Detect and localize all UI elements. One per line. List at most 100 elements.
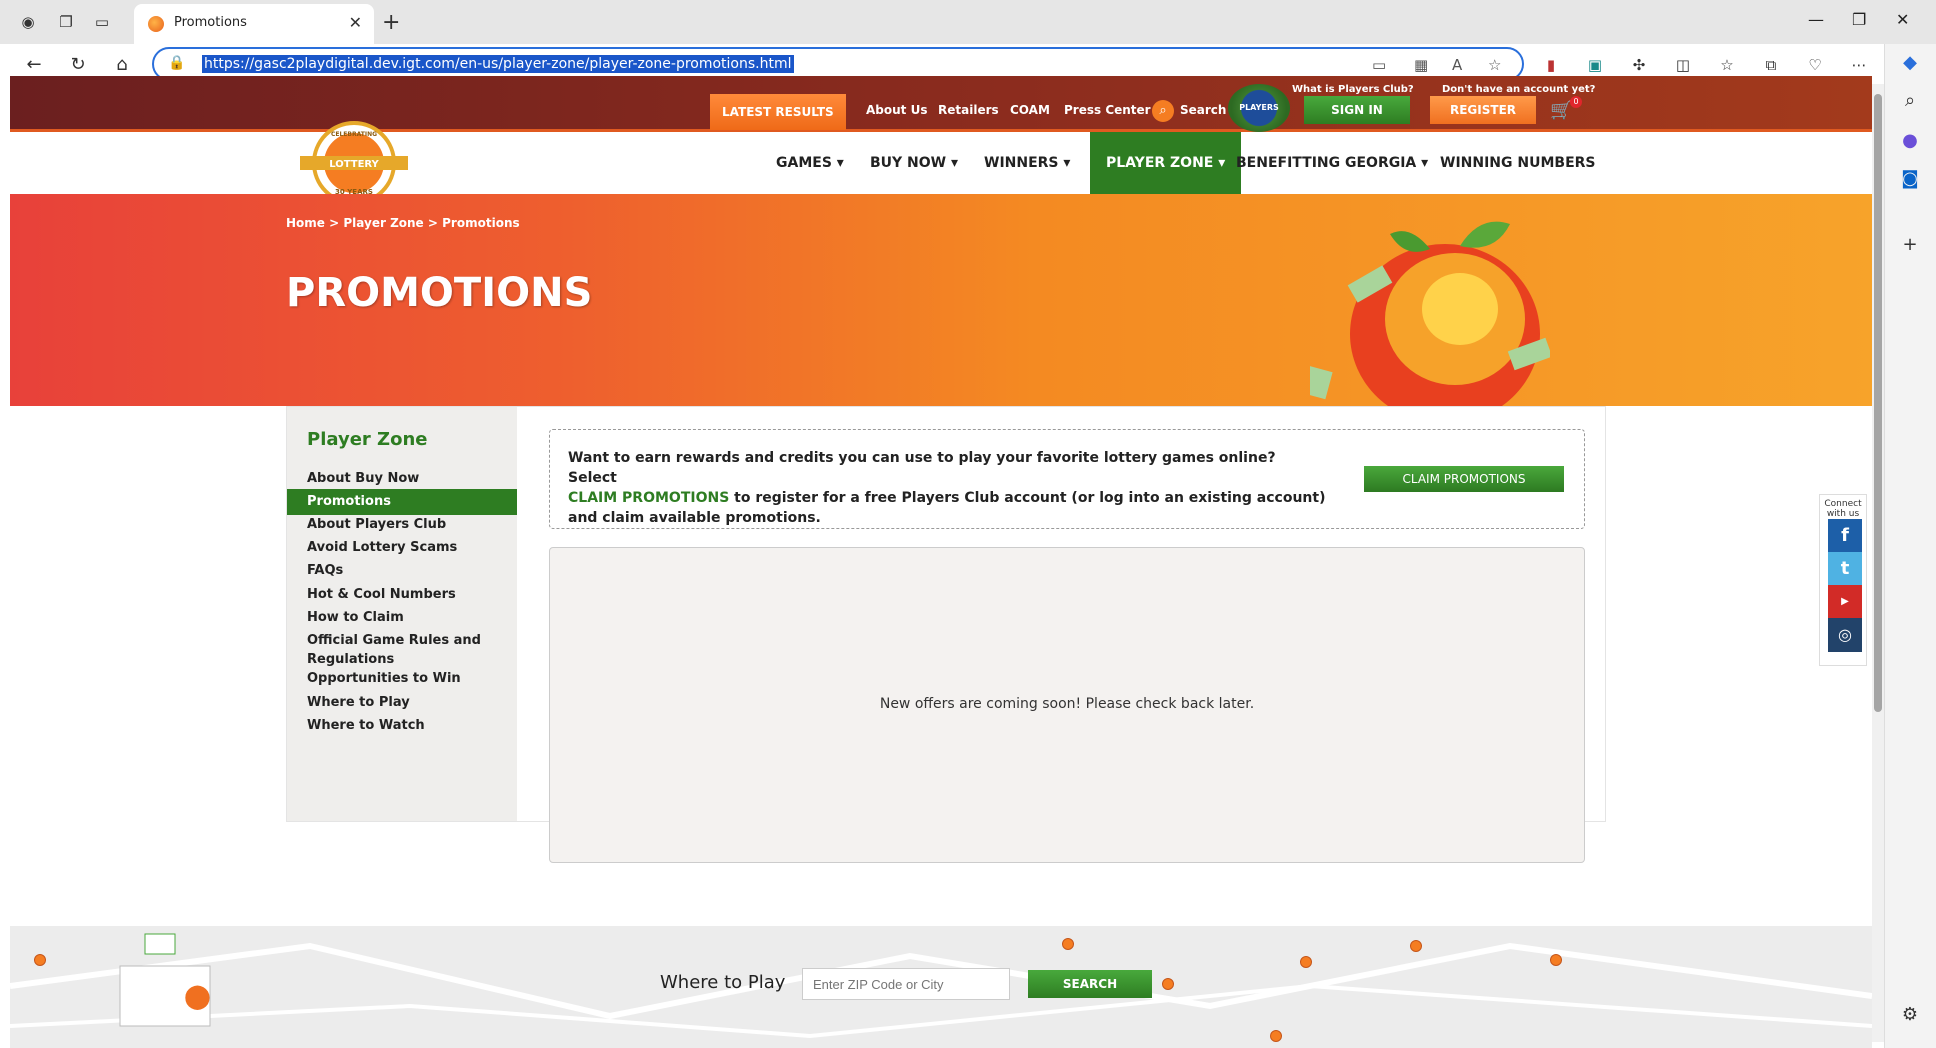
promo-text-before: Want to earn rewards and credits you can… <box>568 450 1276 486</box>
sidebar-item-how-to-claim[interactable]: How to Claim <box>307 608 507 627</box>
offers-panel: New offers are coming soon! Please check… <box>549 547 1585 863</box>
edge-sidebar: ◆ ⌕ ● ◙ + ⚙ <box>1884 44 1936 1048</box>
outlook-icon[interactable]: ◙ <box>1897 168 1923 194</box>
zip-code-input[interactable] <box>802 968 1010 1000</box>
browser-essentials-icon[interactable]: ♡ <box>1806 56 1824 74</box>
more-menu-icon[interactable]: ⋯ <box>1850 56 1868 74</box>
page-scrollbar[interactable] <box>1872 84 1884 1042</box>
close-window-icon[interactable]: ✕ <box>1896 10 1909 29</box>
sidebar-item-hot-cool-numbers[interactable]: Hot & Cool Numbers <box>307 585 507 604</box>
tab-promotions[interactable]: Promotions ✕ <box>134 4 374 44</box>
breadcrumb-player-zone[interactable]: Player Zone <box>343 216 423 230</box>
extension-teal-icon[interactable]: ▣ <box>1586 56 1604 74</box>
sidebar-app-icon[interactable]: ● <box>1897 130 1923 156</box>
search-sidebar-icon[interactable]: ⌕ <box>1897 90 1923 116</box>
latest-results-button[interactable]: LATEST RESULTS ⌄ <box>710 94 846 155</box>
nav-winning-numbers[interactable]: WINNING NUMBERS <box>1440 132 1596 194</box>
promo-description: Want to earn rewards and credits you can… <box>568 448 1328 528</box>
sidebar-item-where-to-play[interactable]: Where to Play <box>307 693 507 712</box>
browser-window: ◉ ❐ ▭ Promotions ✕ + — ❐ ✕ ← ↻ ⌂ 🔒 https… <box>0 0 1936 1048</box>
sidebar-item-where-to-watch[interactable]: Where to Watch <box>307 716 507 735</box>
back-icon[interactable]: ← <box>22 52 46 76</box>
nav-games[interactable]: GAMES ▾ <box>776 132 844 194</box>
split-screen-icon[interactable]: ◫ <box>1674 56 1692 74</box>
sidebar-item-faqs[interactable]: FAQs <box>307 561 507 580</box>
sidebar-item-promotions[interactable]: Promotions <box>287 489 517 515</box>
tab-title: Promotions <box>174 15 247 30</box>
add-sidebar-icon[interactable]: + <box>1897 234 1923 260</box>
settings-gear-icon[interactable]: ⚙ <box>1897 1004 1923 1030</box>
collections-icon[interactable]: ⧉ <box>1762 56 1780 74</box>
qr-icon[interactable]: ▦ <box>1414 56 1428 74</box>
social-links-panel: Connect with us f t ▶ ◎ <box>1819 494 1867 666</box>
hero-banner: Home > Player Zone > Promotions PROMOTIO… <box>10 194 1872 414</box>
lock-icon[interactable]: 🔒 <box>168 55 185 71</box>
refresh-icon[interactable]: ↻ <box>66 52 90 76</box>
players-club-badge[interactable]: PLAYERS CLUB <box>1228 84 1290 160</box>
extensions-icon[interactable]: ✣ <box>1630 56 1648 74</box>
breadcrumb: Home > Player Zone > Promotions <box>286 216 520 230</box>
register-button[interactable]: REGISTER <box>1430 96 1536 124</box>
nav-winners[interactable]: WINNERS ▾ <box>984 132 1070 194</box>
where-to-play-label: Where to Play <box>660 972 786 993</box>
where-to-play-search-button[interactable]: SEARCH <box>1028 970 1152 998</box>
minimize-icon[interactable]: — <box>1808 10 1824 29</box>
claim-promotions-box: Want to earn rewards and credits you can… <box>549 429 1585 529</box>
copilot-icon[interactable]: ◆ <box>1897 52 1923 78</box>
extension-red-icon[interactable]: ▮ <box>1542 56 1560 74</box>
facebook-icon[interactable]: f <box>1828 519 1862 553</box>
cart-icon[interactable]: 🛒 <box>1550 100 1572 121</box>
breadcrumb-separator: > <box>329 216 340 230</box>
home-icon[interactable]: ⌂ <box>110 52 134 76</box>
app-available-icon[interactable]: ▭ <box>1372 56 1386 74</box>
youtube-icon[interactable]: ▶ <box>1828 585 1862 619</box>
site-top-bar: LATEST RESULTS ⌄ About Us Retailers COAM… <box>10 76 1872 160</box>
cart-count-badge: 0 <box>1570 96 1582 108</box>
sidebar-item-official-game-rules[interactable]: Official Game Rules and Regulations <box>307 631 507 669</box>
main-navigation: LOTTERY CELEBRATING 30 YEARS GAMES ▾ BUY… <box>10 121 1872 205</box>
map-peach-pin <box>34 954 46 966</box>
profile-icon[interactable]: ◉ <box>18 12 38 32</box>
what-is-players-club-link[interactable]: What is Players Club? <box>1292 84 1414 95</box>
content-area: Player Zone About Buy Now Promotions Abo… <box>286 406 1606 863</box>
favorites-icon[interactable]: ☆ <box>1718 56 1736 74</box>
close-tab-icon[interactable]: ✕ <box>349 13 362 32</box>
sidebar-item-opportunities-to-win[interactable]: Opportunities to Win <box>307 669 507 688</box>
breadcrumb-home[interactable]: Home <box>286 216 325 230</box>
retailers-link[interactable]: Retailers <box>938 103 999 117</box>
nav-buy-now[interactable]: BUY NOW ▾ <box>870 132 958 194</box>
workspaces-icon[interactable]: ❐ <box>56 12 76 32</box>
favorite-star-icon[interactable]: ☆ <box>1488 56 1501 74</box>
location-marker-icon: ⬤ <box>184 982 211 1010</box>
instagram-icon[interactable]: ◎ <box>1828 618 1862 652</box>
restore-icon[interactable]: ❐ <box>1852 10 1866 29</box>
caret-down-icon: ▾ <box>951 155 959 171</box>
nav-games-label: GAMES <box>776 155 832 171</box>
coam-link[interactable]: COAM <box>1010 103 1050 117</box>
url-text[interactable]: https://gasc2playdigital.dev.igt.com/en-… <box>202 55 794 73</box>
sidebar-heading: Player Zone <box>307 429 428 450</box>
nav-benefitting-georgia[interactable]: BENEFITTING GEORGIA ▾ <box>1236 132 1428 194</box>
caret-down-icon: ▾ <box>1063 155 1071 171</box>
latest-results-label: LATEST RESULTS <box>722 105 834 119</box>
caret-down-icon: ▾ <box>1421 155 1429 171</box>
tab-actions-icon[interactable]: ▭ <box>92 12 112 32</box>
new-tab-icon[interactable]: + <box>382 10 400 35</box>
sign-in-button[interactable]: SIGN IN <box>1304 96 1410 124</box>
press-center-link[interactable]: Press Center <box>1064 103 1151 117</box>
claim-promotions-link[interactable]: CLAIM PROMOTIONS <box>568 490 729 506</box>
player-zone-sidebar: Player Zone About Buy Now Promotions Abo… <box>287 407 517 821</box>
sidebar-item-about-players-club[interactable]: About Players Club <box>307 515 507 534</box>
offers-message: New offers are coming soon! Please check… <box>879 696 1255 712</box>
search-link[interactable]: Search <box>1180 103 1226 117</box>
twitter-icon[interactable]: t <box>1828 552 1862 586</box>
sidebar-item-avoid-lottery-scams[interactable]: Avoid Lottery Scams <box>307 538 507 557</box>
scrollbar-thumb[interactable] <box>1874 94 1882 712</box>
about-us-link[interactable]: About Us <box>866 103 927 117</box>
read-aloud-icon[interactable]: A <box>1452 56 1462 74</box>
claim-promotions-button[interactable]: CLAIM PROMOTIONS <box>1364 466 1564 492</box>
nav-player-zone[interactable]: PLAYER ZONE ▾ <box>1090 132 1242 194</box>
search-icon[interactable]: ⌕ <box>1152 100 1174 122</box>
title-bar: ◉ ❐ ▭ Promotions ✕ + — ❐ ✕ <box>0 0 1936 44</box>
sidebar-item-about-buy-now[interactable]: About Buy Now <box>307 469 507 488</box>
